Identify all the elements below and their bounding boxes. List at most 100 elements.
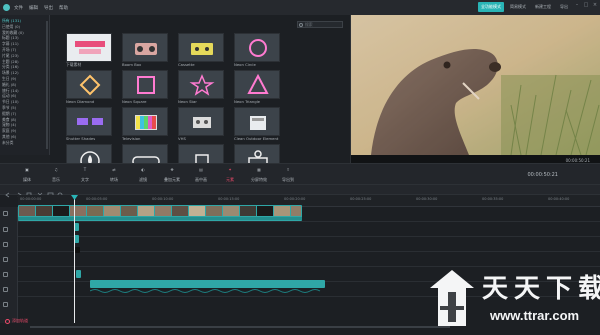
search-input[interactable]: 搜索 [297,21,343,28]
ruler-tick: 00:00:05:00 [86,197,108,201]
menu-export[interactable]: 导出 [44,5,53,11]
link-icon[interactable] [3,227,8,232]
boombox-icon [122,33,168,62]
eye-icon[interactable] [3,257,8,262]
search-placeholder: 搜索 [305,22,313,27]
audio-track-icon[interactable] [3,302,8,307]
toolbar-item-label: 导出到 [282,177,294,182]
ruler-tick: 00:00:35:00 [482,197,504,201]
tab-new-project[interactable]: 新建工程 [532,2,554,12]
tab-easy-mode[interactable]: 简易模式 [507,2,529,12]
element-tile[interactable]: Neon Star [178,70,224,107]
watermark-logo [430,270,474,326]
video-track-icon[interactable] [3,211,8,216]
element-tile[interactable]: Shutter Shades [66,107,112,144]
element-tile[interactable]: Neon Diamond [66,70,112,107]
menu-help[interactable]: 帮助 [59,5,68,11]
audio-clip[interactable] [89,280,325,293]
element-tile[interactable]: Clean Outdoor Element [234,107,280,144]
toolbar-item-label: 滤镜 [139,177,147,182]
ruler-tick: 00:00:25:00 [350,197,372,201]
ruler-tick: 00:00:30:00 [416,197,438,201]
toolbar-item-icon: ▤ [199,167,203,172]
ruler-tick: 00:00:20:00 [284,197,306,201]
tv-icon [122,107,168,136]
neon-square-icon [122,70,168,99]
toolbar-item-label: 转场 [110,177,118,182]
search-icon [299,23,303,27]
element-tile[interactable]: VHS [178,107,224,144]
add-track-label: 添加轨道 [12,318,28,323]
neon-circle-icon [234,33,280,62]
menu-edit[interactable]: 编辑 [29,5,38,11]
neon-diamond-icon [66,70,112,99]
element-track-icon[interactable] [3,272,8,277]
element-label: Neon Square [122,99,147,104]
text-track-icon[interactable] [3,287,8,292]
toolbar-item-label: 叠加元素 [164,177,180,182]
timeline-timecode: 00:00:50:21 [527,172,558,178]
element-label: VHS [178,136,186,141]
sidebar-scrollbar[interactable] [46,21,48,149]
ruler-tick: 00:00:15:00 [218,197,240,201]
toolbar-item-icon: ⇄ [112,167,116,172]
lock-icon[interactable] [3,242,8,247]
element-label: Neon Diamond [66,99,95,104]
element-label: Neon Star [178,99,197,104]
element-tile[interactable]: Cassette [178,33,224,70]
toolbar-item-icon: ♫ [54,167,58,172]
tab-export[interactable]: 导出 [557,2,571,12]
element-label: Shutter Shades [66,136,96,141]
ruler-tick: 00:00:40:00 [548,197,570,201]
element-label: Clean Outdoor Element [234,136,279,141]
element-tile[interactable]: Boom Box [122,33,168,70]
element-label: Boom Box [122,62,142,67]
toolbar-item-label: 音乐 [52,177,60,182]
record-icon [5,318,10,324]
menu-file[interactable]: 文件 [14,5,23,11]
element-tile[interactable]: Neon Square [122,70,168,107]
toolbar-item-icon: T [83,167,87,172]
tab-full-mode[interactable]: 全功能模式 [478,2,504,12]
element-tile[interactable]: Neon Circle [234,33,280,70]
toolbar-item-icon: ✦ [228,167,232,172]
neon-star-icon [178,70,224,99]
toolbar-item[interactable]: ⇪ 导出到 [271,167,305,183]
maximize-icon[interactable]: □ [583,2,589,8]
app-logo [3,4,10,11]
timeline-toolbar [0,185,600,198]
toolbar-item-label: 元素 [226,177,234,182]
playhead[interactable] [74,195,75,323]
toolbar-item-icon: ⇪ [286,167,290,172]
text-clip[interactable] [76,270,81,278]
timeline-scrollbar[interactable] [30,326,450,328]
toolbar-item-icon: ❖ [170,167,174,172]
elements-grid: 下载素材 Boom Box Cassette Neon Circle Neon Diam… [66,33,346,173]
element-label: Television [122,136,141,141]
ruler-tick: 00:00:10:00 [152,197,174,201]
menu-bar: 文件 编辑 导出 帮助 全功能模式 简易模式 新建工程 导出 – □ × [0,0,600,15]
minimize-icon[interactable]: – [574,2,580,8]
element-tile[interactable]: Television [122,107,168,144]
tool-bar: 00:00:50:21 ▣ 媒体 ♫ 音乐 T 文字 ⇄ 转场 ◐ 滤镜 ❖ 叠加元素 ▤ 画中画 ✦ 元素 ▦… [0,163,600,185]
add-track-button[interactable]: 添加轨道 [5,318,28,324]
element-label: Neon Circle [234,62,256,67]
pink-sticker-icon [66,33,112,62]
neon-triangle-icon [234,70,280,99]
element-label: 下载素材 [66,62,82,67]
toolbar-item-label: 画中画 [195,177,207,182]
track-headers [0,207,18,323]
toolbar-item-label: 媒体 [23,177,31,182]
category-item[interactable]: 未分类 [2,140,47,146]
cassette-icon [178,33,224,62]
element-tile[interactable]: 下载素材 [66,33,112,70]
element-label: Cassette [178,62,195,67]
ruler-tick: 00:00:00:00 [20,197,42,201]
watermark-chars: 天天下载 [482,274,600,304]
element-label: Neon Triangle [234,99,261,104]
preview-panel: 00:00:50:21 [350,15,600,174]
element-tile[interactable]: Neon Triangle [234,70,280,107]
outdoor-icon [234,107,280,136]
toolbar-item-icon: ▣ [25,167,29,172]
close-icon[interactable]: × [592,2,598,8]
